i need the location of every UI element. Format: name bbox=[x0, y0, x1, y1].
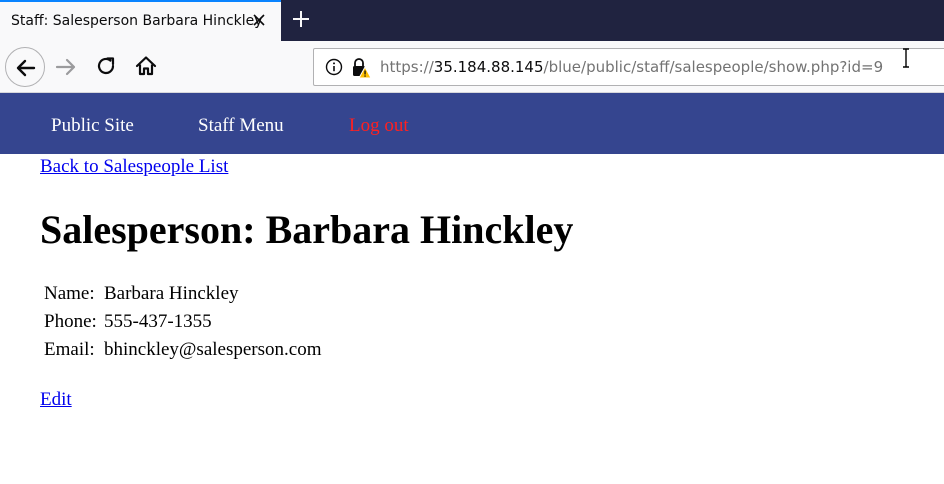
log-out-link[interactable]: Log out bbox=[349, 115, 409, 137]
url-text[interactable]: https://35.184.88.145/blue/public/staff/… bbox=[380, 58, 883, 76]
staff-menu-link[interactable]: Staff Menu bbox=[198, 115, 284, 137]
reload-icon[interactable] bbox=[95, 55, 117, 77]
browser-toolbar: https://35.184.88.145/blue/public/staff/… bbox=[0, 41, 944, 93]
forward-arrow-icon[interactable] bbox=[54, 56, 78, 78]
home-icon[interactable] bbox=[134, 54, 158, 78]
email-value: bhinckley@salesperson.com bbox=[104, 339, 322, 360]
url-bar[interactable]: https://35.184.88.145/blue/public/staff/… bbox=[313, 48, 944, 86]
insecure-lock-warning-icon[interactable] bbox=[350, 57, 372, 79]
tab-strip: Staff: Salesperson Barbara Hinckley bbox=[0, 0, 944, 41]
text-cursor-icon bbox=[901, 48, 911, 68]
public-site-link[interactable]: Public Site bbox=[51, 115, 134, 137]
phone-label: Phone: bbox=[44, 311, 97, 332]
name-label: Name: bbox=[44, 283, 95, 304]
phone-value: 555-437-1355 bbox=[104, 311, 212, 332]
close-icon[interactable] bbox=[251, 12, 267, 28]
url-host: 35.184.88.145 bbox=[433, 58, 544, 76]
tab-title: Staff: Salesperson Barbara Hinckley bbox=[11, 13, 263, 29]
back-to-list-link[interactable]: Back to Salespeople List bbox=[40, 156, 228, 178]
back-button[interactable] bbox=[5, 47, 45, 87]
name-value: Barbara Hinckley bbox=[104, 283, 239, 304]
back-arrow-icon bbox=[16, 59, 36, 77]
edit-link[interactable]: Edit bbox=[40, 389, 72, 411]
plus-icon[interactable] bbox=[291, 9, 311, 29]
page-title: Salesperson: Barbara Hinckley bbox=[40, 207, 574, 252]
info-icon[interactable] bbox=[325, 58, 343, 76]
email-label: Email: bbox=[44, 339, 95, 360]
url-scheme: https:// bbox=[380, 58, 434, 76]
active-tab[interactable]: Staff: Salesperson Barbara Hinckley bbox=[0, 0, 281, 41]
url-path: /blue/public/staff/salespeople/show.php?… bbox=[543, 58, 884, 76]
site-navigation: Public Site Staff Menu Log out bbox=[0, 93, 944, 154]
